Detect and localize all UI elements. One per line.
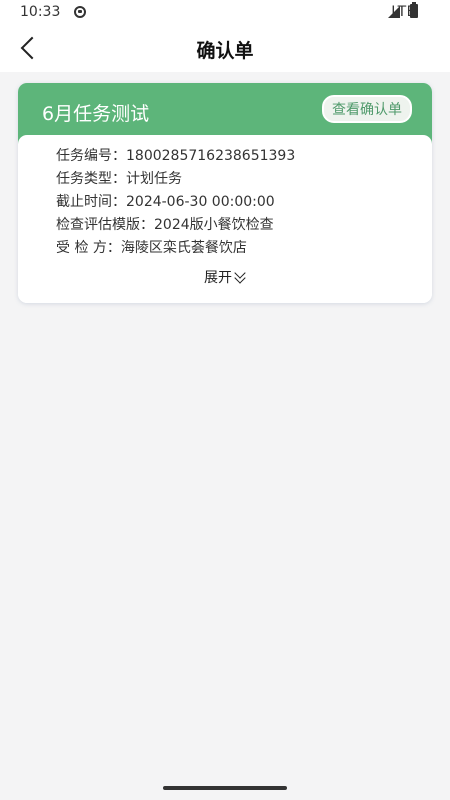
app-notification-icon	[74, 6, 86, 18]
inspection-template-label: 检查评估模版：	[56, 217, 154, 233]
inspection-template-value: 2024版小餐饮检查	[154, 217, 274, 233]
task-number-value: 1800285716238651393	[126, 148, 296, 164]
double-chevron-down-icon	[234, 272, 246, 284]
status-bar: 10:33 LTE	[0, 0, 450, 24]
inspected-party-label: 受 检 方：	[56, 240, 121, 256]
task-type-row: 任务类型：计划任务	[56, 168, 182, 188]
signal-icon	[388, 6, 400, 18]
status-time: 10:33	[20, 4, 61, 20]
task-number-row: 任务编号：1800285716238651393	[56, 145, 295, 165]
view-confirmation-button[interactable]: 查看确认单	[322, 95, 412, 123]
task-title: 6月任务测试	[42, 103, 150, 125]
inspected-party-row: 受 检 方：海陵区栾氏荟餐饮店	[56, 237, 247, 257]
card-body: 任务编号：1800285716238651393 任务类型：计划任务 截止时间：…	[18, 135, 432, 303]
inspected-party-value: 海陵区栾氏荟餐饮店	[120, 240, 247, 256]
page-title: 确认单	[196, 40, 254, 62]
inspection-template-row: 检查评估模版：2024版小餐饮检查	[56, 214, 274, 234]
deadline-label: 截止时间：	[56, 194, 126, 210]
expand-label: 展开	[204, 270, 232, 286]
battery-icon	[410, 2, 418, 18]
deadline-value: 2024-06-30 00:00:00	[126, 194, 275, 210]
nav-bar: 确认单	[0, 24, 450, 72]
task-number-label: 任务编号：	[56, 148, 126, 164]
task-type-label: 任务类型：	[56, 171, 126, 187]
expand-toggle[interactable]: 展开	[18, 267, 432, 287]
task-card: 6月任务测试 查看确认单 任务编号：1800285716238651393 任务…	[18, 83, 432, 303]
task-type-value: 计划任务	[126, 171, 182, 187]
deadline-row: 截止时间：2024-06-30 00:00:00	[56, 191, 275, 211]
home-indicator[interactable]	[163, 786, 287, 790]
